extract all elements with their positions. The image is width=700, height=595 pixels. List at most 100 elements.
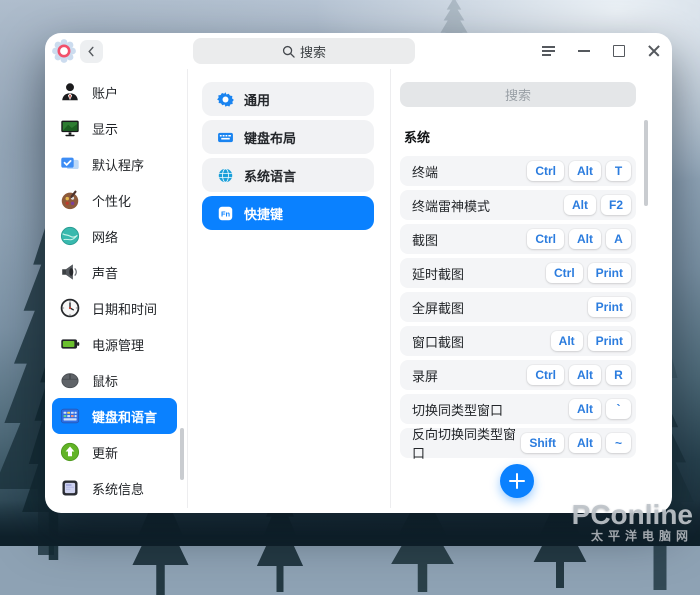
sidebar-item-default-apps[interactable]: 默认程序 [52, 146, 177, 182]
shortcut-keys: Shift Alt ~ [516, 433, 631, 453]
sidebar-item-label: 更新 [92, 445, 119, 461]
sidebar-item-label: 声音 [92, 265, 119, 281]
keycap: ~ [606, 433, 631, 453]
shortcut-row[interactable]: 全屏截图 Print [400, 292, 636, 322]
sidebar-item-label: 鼠标 [92, 373, 119, 389]
power-icon [58, 332, 82, 356]
keycap: R [606, 365, 631, 385]
sidebar-item-personalization[interactable]: 个性化 [52, 182, 177, 218]
titlebar-search-input[interactable]: 搜索 [193, 38, 415, 64]
sidebar-item-label: 键盘和语言 [92, 409, 158, 425]
sound-icon [58, 260, 82, 284]
subnav-item-label: 通用 [244, 92, 271, 108]
subnav-item-label: 快捷键 [244, 206, 284, 222]
keycap: Ctrl [527, 365, 564, 385]
sidebar-item-update[interactable]: 更新 [52, 434, 177, 470]
keycap: Ctrl [527, 229, 564, 249]
shortcuts-panel: 搜索 系统 终端 Ctrl Alt T 终端雷神模式 Alt F2 截图 Ctrl Alt A 延时截… [391, 69, 672, 513]
shortcut-keys: Ctrl Alt T [522, 161, 631, 181]
keycap: Alt [569, 433, 601, 453]
keycap: Alt [563, 195, 596, 215]
keycap: Print [587, 263, 631, 283]
keycap: Print [587, 331, 631, 351]
shortcut-label: 截图 [412, 232, 439, 248]
shortcuts-scrollbar[interactable] [644, 120, 648, 206]
network-icon [58, 224, 82, 248]
sidebar-item-sound[interactable]: 声音 [52, 254, 177, 290]
shortcut-search-placeholder: 搜索 [504, 88, 531, 103]
account-icon [58, 80, 82, 104]
keycap: Ctrl [527, 161, 564, 181]
datetime-icon [58, 296, 82, 320]
menu-icon[interactable] [542, 44, 555, 59]
shortcut-keys: Ctrl Alt R [522, 365, 631, 385]
shortcut-label: 终端雷神模式 [412, 198, 491, 214]
shortcut-keys: Alt Print [546, 331, 631, 351]
sidebar-item-keyboard[interactable]: 键盘和语言 [52, 398, 177, 434]
general-icon [216, 90, 234, 108]
shortcut-label: 切换同类型窗口 [412, 402, 504, 418]
keycap: A [606, 229, 631, 249]
subnav-item-label: 系统语言 [244, 168, 297, 184]
sidebar-item-label: 电源管理 [92, 337, 145, 353]
shortcut-label: 窗口截图 [412, 334, 465, 350]
titlebar-search-placeholder: 搜索 [299, 44, 326, 60]
window-controls [542, 33, 660, 69]
shortcut-keys: Ctrl Print [541, 263, 631, 283]
subnav-item-shortcuts[interactable]: Fn 快捷键 [202, 196, 374, 230]
subnav-item-system-language[interactable]: 系统语言 [202, 158, 374, 192]
sidebar-item-label: 网络 [92, 229, 119, 245]
shortcut-label: 延时截图 [412, 266, 465, 282]
keycap: Alt [569, 229, 601, 249]
shortcut-keys: Alt ` [564, 399, 631, 419]
svg-text:Fn: Fn [220, 209, 230, 218]
keycap: ` [606, 399, 631, 419]
update-icon [58, 440, 82, 464]
shortcut-row[interactable]: 切换同类型窗口 Alt ` [400, 394, 636, 424]
section-title: 系统 [404, 130, 431, 145]
keycap: Shift [521, 433, 564, 453]
sidebar-item-label: 显示 [92, 121, 119, 137]
keycap: F2 [600, 195, 631, 215]
minimize-icon[interactable] [578, 50, 590, 52]
subnav: 通用键盘布局系统语言 Fn 快捷键 [188, 69, 390, 513]
keycap: T [606, 161, 631, 181]
shortcut-row[interactable]: 录屏 Ctrl Alt R [400, 360, 636, 390]
subnav-item-general[interactable]: 通用 [202, 82, 374, 116]
shortcut-label: 全屏截图 [412, 300, 465, 316]
subnav-item-keyboard-layout[interactable]: 键盘布局 [202, 120, 374, 154]
system-language-icon [216, 166, 234, 184]
sidebar-item-datetime[interactable]: 日期和时间 [52, 290, 177, 326]
sidebar-item-network[interactable]: 网络 [52, 218, 177, 254]
keycap: Ctrl [545, 263, 583, 283]
display-icon [58, 116, 82, 140]
sidebar-item-display[interactable]: 显示 [52, 110, 177, 146]
mouse-icon [58, 368, 82, 392]
sidebar-item-label: 日期和时间 [92, 301, 158, 317]
watermark: PConline 太平洋电脑网 [572, 500, 693, 543]
shortcut-row[interactable]: 终端 Ctrl Alt T [400, 156, 636, 186]
shortcut-row[interactable]: 窗口截图 Alt Print [400, 326, 636, 356]
sidebar-item-power[interactable]: 电源管理 [52, 326, 177, 362]
keycap: Alt [569, 161, 601, 181]
watermark-line1: PConline [571, 499, 693, 531]
shortcut-row[interactable]: 终端雷神模式 Alt F2 [400, 190, 636, 220]
close-icon[interactable] [648, 45, 660, 57]
titlebar: 搜索 [45, 33, 672, 69]
shortcut-row[interactable]: 截图 Ctrl Alt A [400, 224, 636, 254]
sidebar-item-account[interactable]: 账户 [52, 74, 177, 110]
keyboard-icon [58, 404, 82, 428]
sidebar-scrollbar[interactable] [180, 428, 184, 480]
shortcut-row[interactable]: 延时截图 Ctrl Print [400, 258, 636, 288]
maximize-icon[interactable] [613, 45, 625, 57]
sidebar-item-mouse[interactable]: 鼠标 [52, 362, 177, 398]
sidebar-item-label: 个性化 [92, 193, 132, 209]
shortcut-row[interactable]: 反向切换同类型窗口 Shift Alt ~ [400, 427, 636, 461]
sidebar-item-sysinfo[interactable]: 系统信息 [52, 470, 177, 506]
watermark-line2: 太平洋电脑网 [590, 529, 693, 544]
add-shortcut-button[interactable] [500, 464, 534, 498]
keyboard-layout-icon [216, 128, 234, 146]
back-button[interactable] [80, 40, 103, 63]
keycap: Alt [569, 399, 601, 419]
shortcut-search-button[interactable]: 搜索 [400, 82, 636, 107]
